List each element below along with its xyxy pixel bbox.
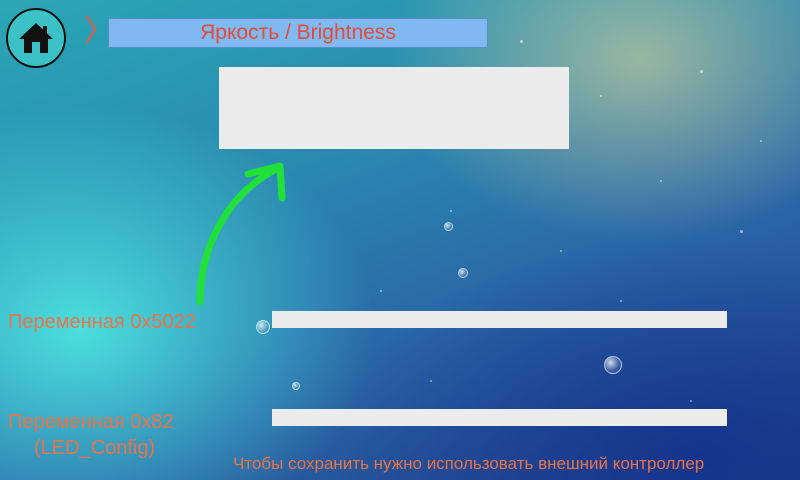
home-icon xyxy=(19,23,53,53)
home-button[interactable] xyxy=(6,8,66,68)
title-bar: Яркость / Brightness xyxy=(108,18,488,48)
background-bubble xyxy=(292,382,300,390)
variable-field-0x5022[interactable] xyxy=(272,311,727,328)
page-title: Яркость / Brightness xyxy=(200,21,396,44)
green-arrow-icon xyxy=(196,162,286,306)
background-bubble xyxy=(604,356,622,374)
background-bubble xyxy=(256,320,270,334)
background-bubble xyxy=(458,268,468,278)
variable-label-0x82: Переменная 0x82 xyxy=(8,411,174,433)
footer-note: Чтобы сохранить нужно использовать внешн… xyxy=(233,454,705,473)
variable-label-0x5022: Переменная 0x5022 xyxy=(8,311,196,333)
variable-field-0x82[interactable] xyxy=(272,409,727,426)
background-bubble xyxy=(444,222,453,231)
variable-sublabel-led-config: (LED_Config) xyxy=(34,437,156,459)
brightness-display[interactable] xyxy=(219,67,569,149)
